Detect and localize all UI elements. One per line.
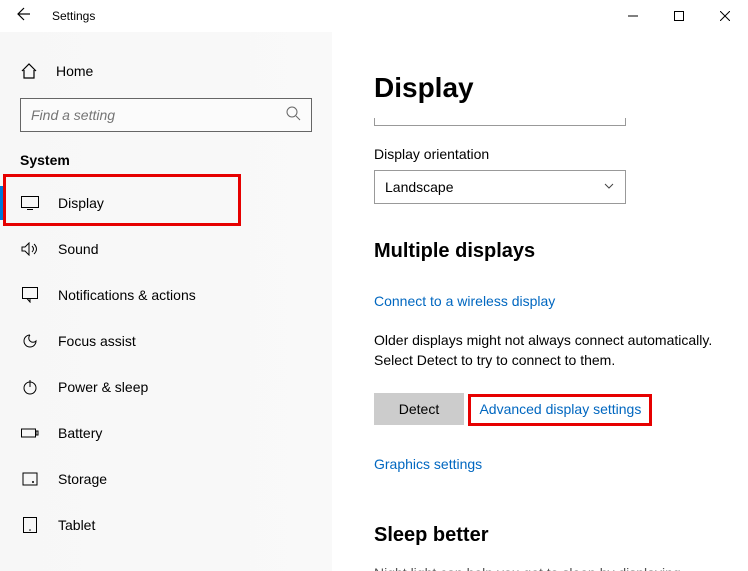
content-pane: Display Display orientation Landscape Mu… [332, 32, 748, 571]
power-icon [20, 379, 40, 395]
sidebar-item-label: Focus assist [58, 333, 136, 349]
sound-icon [20, 242, 40, 256]
orientation-select[interactable]: Landscape [374, 170, 626, 204]
sidebar-item-power[interactable]: Power & sleep [0, 364, 332, 410]
sidebar-item-label: Power & sleep [58, 379, 148, 395]
home-label: Home [56, 63, 93, 79]
advanced-display-link[interactable]: Advanced display settings [479, 401, 641, 417]
annotation-highlight: Advanced display settings [468, 394, 652, 426]
back-arrow-icon[interactable] [14, 6, 30, 27]
preview-divider [374, 118, 626, 126]
titlebar: Settings [0, 0, 748, 32]
sidebar-item-battery[interactable]: Battery [0, 410, 332, 456]
sidebar-item-notifications[interactable]: Notifications & actions [0, 272, 332, 318]
maximize-button[interactable] [656, 0, 702, 32]
multiple-displays-heading: Multiple displays [374, 240, 724, 263]
orientation-label: Display orientation [374, 146, 724, 162]
chevron-down-icon [603, 179, 615, 195]
window-title: Settings [52, 9, 95, 23]
sidebar-item-display[interactable]: Display [0, 180, 332, 226]
storage-icon [20, 471, 40, 487]
window-controls [610, 0, 748, 32]
sidebar-item-label: Battery [58, 425, 102, 441]
sidebar-item-home[interactable]: Home [0, 62, 332, 98]
sidebar-item-label: Display [58, 195, 104, 211]
tablet-icon [20, 517, 40, 533]
sidebar-item-label: Storage [58, 471, 107, 487]
search-icon [285, 105, 301, 126]
minimize-button[interactable] [610, 0, 656, 32]
sidebar-item-storage[interactable]: Storage [0, 456, 332, 502]
display-icon [20, 196, 40, 210]
sidebar-item-focus[interactable]: Focus assist [0, 318, 332, 364]
sidebar-item-tablet[interactable]: Tablet [0, 502, 332, 548]
focus-icon [20, 333, 40, 349]
sleep-better-heading: Sleep better [374, 524, 724, 547]
sidebar: Home System Display Sound [0, 32, 332, 571]
battery-icon [20, 427, 40, 439]
detect-hint: Older displays might not always connect … [374, 331, 724, 370]
connect-wireless-link[interactable]: Connect to a wireless display [374, 293, 555, 309]
page-title: Display [374, 72, 724, 104]
sidebar-category: System [0, 152, 332, 180]
close-button[interactable] [702, 0, 748, 32]
sidebar-item-label: Sound [58, 241, 98, 257]
orientation-value: Landscape [385, 179, 454, 195]
search-input[interactable] [31, 107, 285, 123]
search-box[interactable] [20, 98, 312, 132]
detect-button[interactable]: Detect [374, 393, 464, 425]
home-icon [20, 62, 38, 80]
notifications-icon [20, 287, 40, 303]
sidebar-item-label: Notifications & actions [58, 287, 196, 303]
sidebar-item-label: Tablet [58, 517, 95, 533]
sleep-better-hint: Night light can help you get to sleep by… [374, 565, 724, 571]
graphics-settings-link[interactable]: Graphics settings [374, 456, 482, 472]
sidebar-item-sound[interactable]: Sound [0, 226, 332, 272]
